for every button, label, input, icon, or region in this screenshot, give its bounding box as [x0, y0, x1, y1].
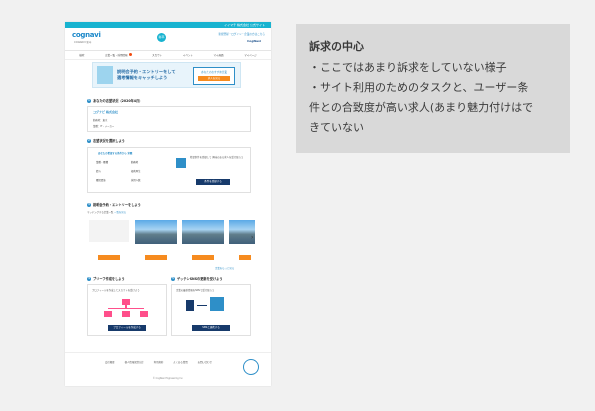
connector-icon	[197, 305, 207, 306]
hero-button[interactable]: 求人を見る	[198, 76, 230, 81]
nav-item-my-screen[interactable]: マイ画面	[214, 53, 224, 57]
notification-dot-icon	[128, 53, 132, 56]
partner-logo[interactable]: CogNavi	[247, 39, 261, 43]
note-body: ・ここではあまり訴求をしていない様子 ・サイト利用のためのタスクと、ユーザー条 …	[309, 58, 559, 138]
step-4-icon: 4	[87, 277, 91, 281]
step-2-icon: 2	[87, 139, 91, 143]
page-mockup: イイマチ 株式会社 公式サイト cognavi COGNAVI 新卒 新卒 新規…	[65, 22, 271, 386]
profile-card: プロフィールを作成してスカウトを受けよう プロフィールを作成する	[87, 284, 167, 336]
factory-icon	[176, 158, 186, 168]
header-info-link[interactable]: 新規登録・ログイン・企業の方はこちら	[218, 32, 265, 36]
matching-label: マッチングする企業一覧	[87, 211, 114, 214]
section-title-text: ブリーフ作成をしよう	[93, 277, 125, 281]
annotation-note: 訴求の中心 ・ここではあまり訴求をしていない様子 ・サイト利用のためのタスクと、…	[296, 24, 570, 153]
entry-button[interactable]	[192, 255, 214, 260]
nav-item-mypage[interactable]: マイページ	[244, 53, 256, 57]
carousel-next-icon[interactable]: ›	[251, 234, 253, 241]
preference-item[interactable]: 福利厚生	[131, 169, 166, 173]
hero-banner: 説明会予約・エントリーをして 選考情報をキャッチしよう あなたのおすすめ企業 求…	[92, 62, 241, 88]
more-companies-link[interactable]: 企業をもっと見る	[215, 266, 234, 270]
step-5-icon: 5	[171, 277, 175, 281]
note-line: ・ここではあまり訴求をしていない様子	[309, 61, 507, 74]
note-line: 件との合致度が高い求人(あまり魅力付けはで	[309, 101, 534, 114]
footer-link[interactable]: 利用規約	[154, 360, 164, 364]
section-title-text: 志望状況を選択しよう	[93, 139, 125, 143]
section-title-preferences: 2 志望状況を選択しよう	[87, 138, 125, 143]
note-line: ・サイト利用のためのタスクと、ユーザー条	[309, 81, 529, 94]
preference-item[interactable]: 給与	[96, 169, 131, 173]
building-icon	[210, 297, 224, 311]
hero-line-2: 選考情報をキャッチしよう	[117, 75, 168, 80]
entry-button[interactable]	[239, 255, 251, 260]
nav-item-scout[interactable]: スカウト	[152, 53, 162, 57]
entry-button[interactable]	[145, 255, 167, 260]
footer-link[interactable]: よくある質問	[173, 360, 187, 364]
nav-item-label: 企業一覧・採用情報	[105, 54, 128, 57]
privacy-mark-icon	[243, 359, 259, 375]
footer-link[interactable]: 個人情報保護方針	[125, 360, 144, 364]
section-title-entry: 3 説明会予約・エントリーをしよう	[87, 202, 141, 207]
section-title-sns: 5 ゲッテンSNSの更新を受けよう	[171, 276, 223, 281]
hero-text: 説明会予約・エントリーをして 選考情報をキャッチしよう	[117, 69, 176, 81]
preference-item[interactable]: 採用人数	[131, 178, 166, 182]
entry-button[interactable]	[98, 255, 120, 260]
nav-item-search[interactable]: 検索	[79, 53, 84, 57]
section-title-text: あなたの志望状況（2020年4月）	[93, 99, 143, 103]
register-conditions-button[interactable]: 条件を登録する	[196, 179, 230, 185]
company-photo-3[interactable]	[182, 220, 224, 244]
nav-item-companies[interactable]: 企業一覧・採用情報	[105, 53, 132, 57]
site-logo[interactable]: cognavi	[72, 31, 101, 39]
footer-link[interactable]: 会社概要	[105, 360, 115, 364]
preference-grid: 業種・職種 勤務地 給与 福利厚生 職場環境 採用人数	[96, 160, 166, 182]
sns-card: 企業の最新情報をSNSで受け取ろう SNSと連携する	[171, 284, 251, 336]
sns-description: 企業の最新情報をSNSで受け取ろう	[176, 289, 215, 292]
status-card: コグナビ 株式会社 勤務地：東京 業種：IT・メーカー	[87, 106, 251, 132]
note-line: きていない	[309, 121, 364, 134]
hero-illustration	[97, 66, 113, 84]
preferences-heading: あなたの希望する条件から 求職	[98, 152, 133, 155]
global-nav: 検索 企業一覧・採用情報 スカウト イベント マイ画面 マイページ	[65, 51, 271, 60]
profile-description: プロフィールを作成してスカウトを受けよう	[92, 289, 140, 292]
step-1-icon: 1	[87, 99, 91, 103]
copyright: © CogNavi Engineering Inc.	[152, 377, 184, 380]
site-header: cognavi COGNAVI 新卒 新卒 新規登録・ログイン・企業の方はこちら…	[65, 28, 271, 51]
status-row-2: 業種：IT・メーカー	[93, 125, 115, 128]
nav-item-events[interactable]: イベント	[183, 53, 193, 57]
site-footer: 会社概要 個人情報保護方針 利用規約 よくある質問 お問い合わせ © CogNa…	[65, 352, 271, 383]
note-title: 訴求の中心	[309, 40, 364, 53]
org-chart-icon	[102, 299, 150, 317]
preferences-card: あなたの希望する条件から 求職 業種・職種 勤務地 給与 福利厚生 職場環境 採…	[87, 147, 251, 193]
document-icon	[186, 300, 194, 311]
matching-subtitle: マッチングする企業一覧 一覧を見る	[87, 210, 126, 214]
company-photo-2[interactable]	[135, 220, 177, 244]
preference-item[interactable]: 職場環境	[96, 178, 131, 182]
section-title-text: 説明会予約・エントリーをしよう	[93, 203, 141, 207]
sns-connect-button[interactable]: SNSと連携する	[192, 325, 230, 331]
logo-subtitle: COGNAVI 新卒	[74, 41, 92, 44]
footer-links: 会社概要 個人情報保護方針 利用規約 よくある質問 お問い合わせ	[105, 360, 212, 364]
footer-link[interactable]: お問い合わせ	[198, 360, 212, 364]
step-3-icon: 3	[87, 203, 91, 207]
preference-item[interactable]: 勤務地	[131, 160, 166, 164]
company-card-1[interactable]	[89, 220, 129, 242]
section-title-profile: 4 ブリーフ作成をしよう	[87, 276, 125, 281]
matching-list-link[interactable]: 一覧を見る	[114, 211, 126, 214]
status-company[interactable]: コグナビ 株式会社	[93, 110, 118, 114]
preference-item[interactable]: 業種・職種	[96, 160, 131, 164]
section-title-text: ゲッテンSNSの更新を受けよう	[177, 277, 223, 281]
section-title-status: 1 あなたの志望状況（2020年4月）	[87, 98, 142, 103]
hero-box-label: あなたのおすすめ企業	[201, 71, 227, 74]
hero-recommend-box: あなたのおすすめ企業 求人を見る	[193, 67, 235, 85]
status-row-1: 勤務地：東京	[93, 119, 108, 122]
header-badge-icon: 新卒	[157, 33, 166, 42]
preferences-description: 希望条件を登録して 興味のある求人を受け取ろう	[190, 156, 244, 159]
create-profile-button[interactable]: プロフィールを作成する	[108, 325, 146, 331]
